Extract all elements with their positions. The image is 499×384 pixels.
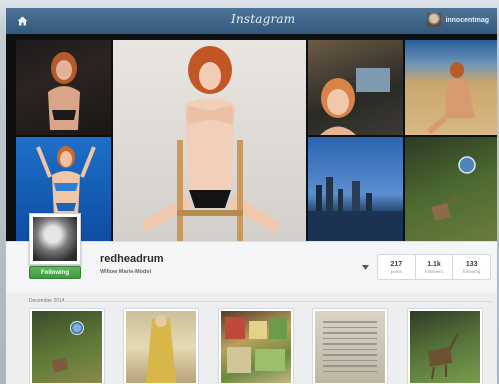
home-icon [17,16,28,26]
feed-thumbnail[interactable] [218,308,294,384]
feed-thumbnail[interactable] [312,308,388,384]
profile-avatar[interactable] [29,213,81,265]
profile-full-name: Willow Marie-Model [100,269,151,275]
collage-photo[interactable] [16,40,111,135]
divider [62,301,492,302]
collage-photo[interactable] [405,40,497,135]
collage-photo[interactable] [405,137,497,241]
thumbnail-image [315,311,385,383]
stat-label: posts [390,268,402,274]
stat-label: following [462,268,481,274]
sticker-icon [70,321,84,335]
avatar [33,217,77,261]
thumbnail-image [126,311,196,383]
profile-stats: 217 posts 1.1k followers 133 following [377,254,491,280]
app-screen: Instagram innocentmag Following redheadr… [6,8,497,384]
caret-down-icon [362,265,369,270]
thumbnail-image [32,311,102,383]
stat-label: followers [425,268,443,274]
home-button[interactable] [12,13,32,29]
feed-thumbnail[interactable] [123,308,199,384]
stat-value: 1.1k [427,260,441,268]
brand-logo[interactable]: Instagram [231,12,295,26]
photo-feed: December 2014 [6,293,497,384]
newspaper-texture [323,321,377,376]
thumbnail-image [221,311,291,383]
stat-value: 133 [465,260,478,268]
account-username: innocentmag [445,16,489,24]
feed-section-label: December 2014 [29,298,65,304]
thumbnail-image [410,311,480,383]
account-menu[interactable]: innocentmag [427,13,489,27]
profile-username: redheadrum [100,253,164,265]
collage-photo[interactable] [308,40,403,135]
top-navigation-bar: Instagram innocentmag [6,8,497,35]
collage-featured-photo[interactable] [113,40,306,241]
avatar [427,13,442,27]
stat-followers[interactable]: 1.1k followers [416,255,454,279]
profile-options-dropdown[interactable] [362,265,369,270]
following-button[interactable]: Following [29,266,81,279]
stat-following[interactable]: 133 following [453,255,490,279]
collage-photo[interactable] [308,137,403,241]
feed-thumbnail[interactable] [407,308,483,384]
profile-header-collage [6,34,497,241]
feed-thumbnail[interactable] [29,308,105,384]
stat-value: 217 [390,260,403,268]
stat-posts[interactable]: 217 posts [378,255,416,279]
